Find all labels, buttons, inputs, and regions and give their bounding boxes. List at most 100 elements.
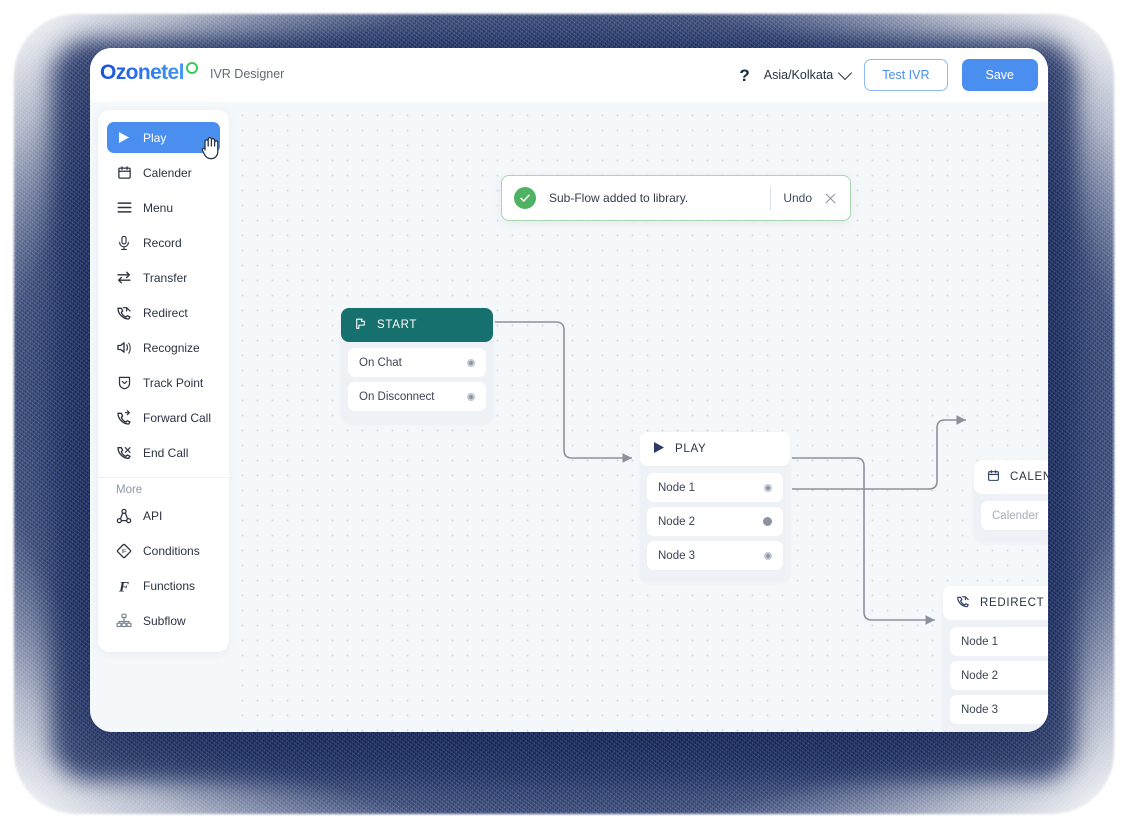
node-row-label: Node 1 <box>961 635 999 648</box>
port-dot[interactable] <box>763 517 772 526</box>
phone-end-icon <box>116 445 132 461</box>
node-row-calendar-value[interactable]: Calender <box>981 501 1048 530</box>
sidebar-section-more: More <box>116 484 143 496</box>
sidebar-item-label: Forward Call <box>143 410 212 425</box>
tool-sidebar: Play Calender Menu Record Transfer Redir… <box>98 110 229 652</box>
toast-notification: Sub-Flow added to library. Undo <box>501 175 851 221</box>
sidebar-item-record[interactable]: Record <box>107 227 220 258</box>
sidebar-item-track-point[interactable]: Track Point <box>107 367 220 398</box>
port-dot[interactable] <box>764 483 772 492</box>
flow-node-play[interactable]: PLAY Node 1 Node 2 Node 3 <box>640 432 790 582</box>
sidebar-item-label: API <box>143 508 163 523</box>
sidebar-item-label: Play <box>143 130 167 145</box>
app-header: Ozonetel IVR Designer ? Asia/Kolkata Tes… <box>90 48 1048 103</box>
flow-node-calendar[interactable]: CALENDAR Calender <box>974 460 1048 542</box>
node-row-label: Calender <box>992 509 1039 522</box>
help-icon[interactable]: ? <box>739 67 749 84</box>
node-title-play: PLAY <box>675 443 707 455</box>
flow-canvas[interactable]: START On Chat On Disconnect PLAY Node 1 … <box>229 102 1048 732</box>
node-row-play-1[interactable]: Node 1 <box>647 473 783 502</box>
page-title: IVR Designer <box>210 67 285 81</box>
app-window: Ozonetel IVR Designer ? Asia/Kolkata Tes… <box>90 48 1048 732</box>
sidebar-item-label: Calender <box>143 165 192 180</box>
node-row-label: Node 3 <box>658 549 696 562</box>
menu-icon <box>116 200 132 216</box>
test-ivr-button[interactable]: Test IVR <box>864 59 948 91</box>
node-row-redirect-2[interactable]: Node 2 <box>950 661 1048 690</box>
port-dot[interactable] <box>764 551 772 560</box>
close-icon[interactable] <box>824 192 837 205</box>
sidebar-item-api[interactable]: API <box>107 500 220 531</box>
node-row-redirect-3[interactable]: Node 3 <box>950 695 1048 724</box>
sidebar-item-menu[interactable]: Menu <box>107 192 220 223</box>
play-icon <box>116 130 132 146</box>
api-node-icon <box>116 508 132 524</box>
sidebar-item-label: Recognize <box>143 340 200 355</box>
condition-diamond-icon: IF <box>116 543 132 559</box>
node-row-label: Node 3 <box>961 703 999 716</box>
microphone-icon <box>116 235 132 251</box>
ozonetel-logo[interactable]: Ozonetel <box>100 61 198 85</box>
phone-redirect-icon <box>956 595 970 612</box>
green-circle-icon <box>185 62 198 74</box>
node-row-label: On Disconnect <box>359 390 435 403</box>
node-header-redirect: REDIRECT <box>943 586 1048 620</box>
calendar-icon <box>116 165 132 181</box>
play-icon <box>653 441 665 457</box>
node-row-on-disconnect[interactable]: On Disconnect <box>348 382 486 411</box>
sidebar-item-label: End Call <box>143 445 189 460</box>
flag-icon <box>354 317 367 333</box>
timezone-value: Asia/Kolkata <box>763 68 834 82</box>
check-circle-icon <box>514 187 536 209</box>
header-actions: ? Asia/Kolkata Test IVR Save <box>739 48 1038 102</box>
node-row-on-chat[interactable]: On Chat <box>348 348 486 377</box>
sidebar-item-transfer[interactable]: Transfer <box>107 262 220 293</box>
flow-node-redirect[interactable]: REDIRECT Node 1 Node 2 Node 3 <box>943 586 1048 732</box>
node-row-label: On Chat <box>359 356 402 369</box>
sidebar-divider <box>98 477 229 478</box>
sidebar-item-label: Transfer <box>143 270 188 285</box>
node-row-label: Node 2 <box>961 669 999 682</box>
node-header-start: START <box>341 308 493 342</box>
sidebar-item-label: Subflow <box>143 613 186 628</box>
transfer-arrows-icon <box>116 270 132 286</box>
node-row-label: Node 1 <box>658 481 696 494</box>
calendar-icon <box>987 469 1000 485</box>
logo-text: Ozonetel <box>100 61 184 84</box>
sidebar-item-label: Record <box>143 235 182 250</box>
sidebar-item-end-call[interactable]: End Call <box>107 437 220 468</box>
node-title-start: START <box>377 319 418 331</box>
phone-forward-icon <box>116 409 132 426</box>
edge-start-to-play <box>495 321 632 463</box>
node-header-calendar: CALENDAR <box>974 460 1048 494</box>
sidebar-item-forward-call[interactable]: Forward Call <box>107 402 220 433</box>
sidebar-item-functions[interactable]: F Functions <box>107 570 220 601</box>
node-title-redirect: REDIRECT <box>980 597 1045 609</box>
node-row-play-2[interactable]: Node 2 <box>647 507 783 536</box>
sidebar-item-subflow[interactable]: Subflow <box>107 605 220 636</box>
node-row-redirect-1[interactable]: Node 1 <box>950 627 1048 656</box>
node-row-play-3[interactable]: Node 3 <box>647 541 783 570</box>
sidebar-item-recognize[interactable]: Recognize <box>107 332 220 363</box>
edge-play-to-redirect <box>792 457 935 625</box>
toast-message: Sub-Flow added to library. <box>549 191 689 205</box>
port-dot[interactable] <box>467 358 475 367</box>
sidebar-item-label: Functions <box>143 578 196 593</box>
app-body: START On Chat On Disconnect PLAY Node 1 … <box>90 102 1048 732</box>
port-dot[interactable] <box>467 392 475 401</box>
sidebar-item-label: Conditions <box>143 543 200 558</box>
timezone-select[interactable]: Asia/Kolkata <box>763 65 853 82</box>
sidebar-item-calender[interactable]: Calender <box>107 157 220 188</box>
sidebar-item-play[interactable]: Play <box>107 122 220 160</box>
node-header-play: PLAY <box>640 432 790 466</box>
save-button[interactable]: Save <box>961 59 1038 91</box>
undo-button[interactable]: Undo <box>783 191 812 205</box>
flow-node-start[interactable]: START On Chat On Disconnect <box>341 308 493 423</box>
speaker-icon <box>116 340 132 356</box>
sidebar-item-label: Track Point <box>143 375 204 390</box>
sidebar-item-redirect[interactable]: Redirect <box>107 297 220 328</box>
subflow-tree-icon <box>116 613 132 629</box>
function-f-icon: F <box>116 578 132 594</box>
page-background: Ozonetel IVR Designer ? Asia/Kolkata Tes… <box>0 0 1128 828</box>
sidebar-item-conditions[interactable]: IF Conditions <box>107 535 220 566</box>
